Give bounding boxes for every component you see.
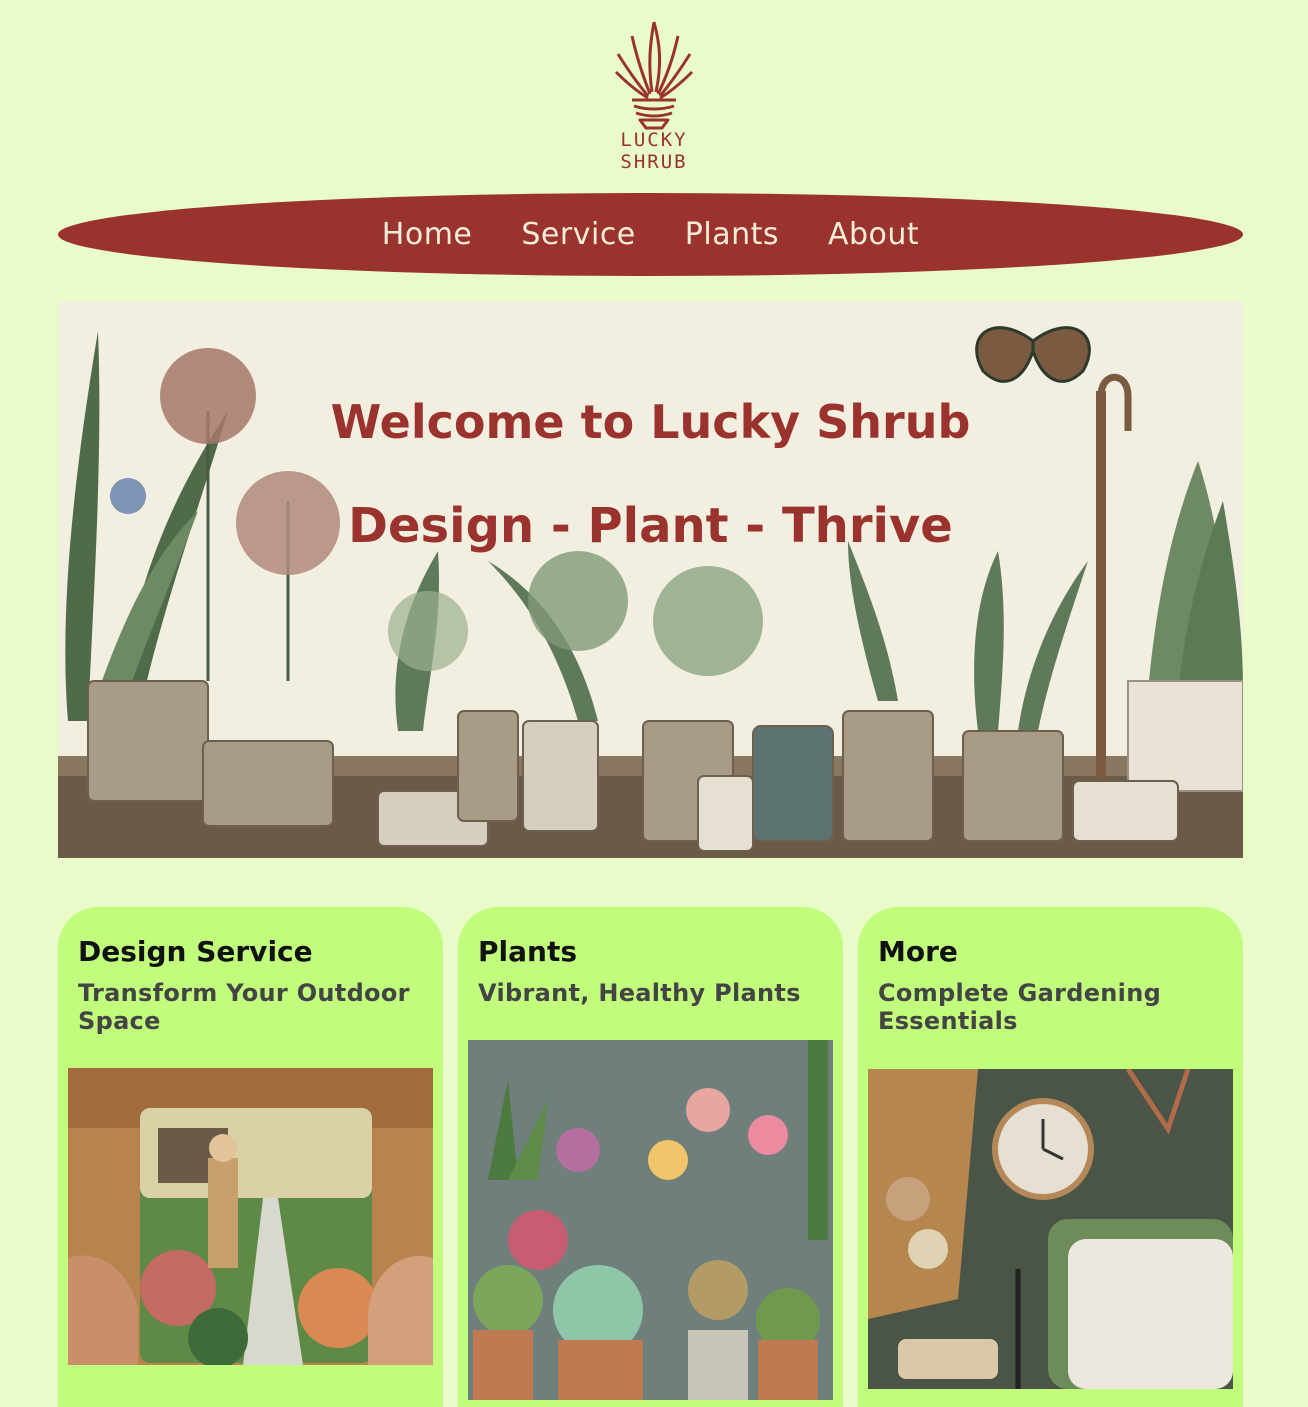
nav-plants-link[interactable]: Plants xyxy=(685,217,779,252)
card-more[interactable]: More Complete Gardening Essentials xyxy=(858,907,1243,1407)
svg-text:LUCKY: LUCKY xyxy=(620,129,687,151)
card-design-service[interactable]: Design Service Transform Your Outdoor Sp… xyxy=(58,907,443,1407)
card-title: More xyxy=(878,935,958,968)
card-subtitle: Vibrant, Healthy Plants xyxy=(478,979,801,1007)
nav-service-link[interactable]: Service xyxy=(521,217,635,252)
garden-design-image xyxy=(68,1068,433,1365)
card-subtitle: Transform Your Outdoor Space xyxy=(78,979,410,1035)
card-title: Plants xyxy=(478,935,577,968)
card-plants[interactable]: Plants Vibrant, Healthy Plants xyxy=(458,907,843,1407)
shrub-pot-icon: LUCKY SHRUB xyxy=(614,21,694,173)
hero-subtitle: Design - Plant - Thrive xyxy=(348,498,953,554)
hero-plants-image xyxy=(58,301,1243,858)
card-subtitle: Complete Gardening Essentials xyxy=(878,979,1162,1035)
card-title: Design Service xyxy=(78,935,313,968)
hero-title: Welcome to Lucky Shrub xyxy=(330,395,971,449)
nav-about-link[interactable]: About xyxy=(828,217,919,252)
nav-home-link[interactable]: Home xyxy=(382,217,473,252)
hero-banner: Welcome to Lucky Shrub Design - Plant - … xyxy=(58,301,1243,858)
svg-text:SHRUB: SHRUB xyxy=(620,151,687,173)
potted-plants-image xyxy=(468,1040,833,1400)
lucky-shrub-logo[interactable]: LUCKY SHRUB xyxy=(604,14,704,174)
gardening-tools-image xyxy=(868,1069,1233,1389)
main-nav: Home Service Plants About xyxy=(58,193,1243,276)
